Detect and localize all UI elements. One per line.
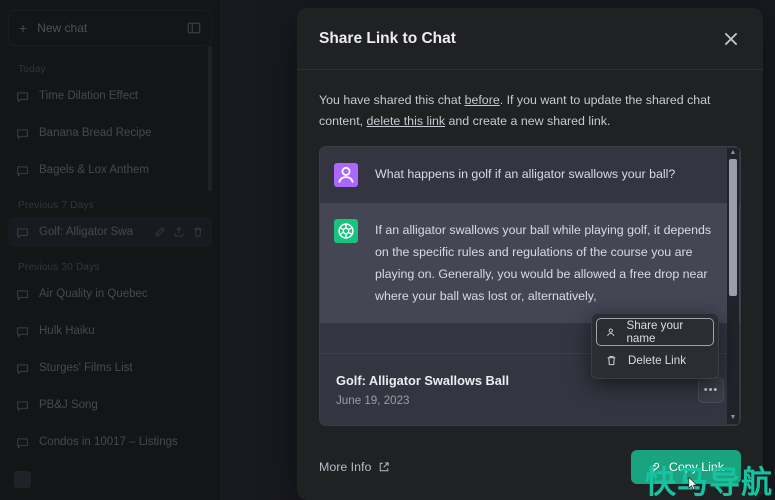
- modal-header: Share Link to Chat: [297, 8, 763, 70]
- user-icon: [607, 328, 615, 336]
- share-description: You have shared this chat before. If you…: [319, 90, 741, 132]
- copy-link-label: Copy Link: [668, 460, 724, 474]
- menu-item-label: Share your name: [626, 319, 684, 345]
- preview-scrollbar[interactable]: ▲ ▼: [727, 148, 739, 424]
- copy-link-button[interactable]: Copy Link: [630, 450, 741, 484]
- before-link[interactable]: before: [465, 93, 500, 107]
- scroll-up-icon[interactable]: ▲: [730, 148, 737, 159]
- message-text: What happens in golf if an alligator swa…: [375, 167, 676, 181]
- menu-item-share-your-name[interactable]: Share your name: [596, 318, 714, 346]
- trash-icon: [607, 355, 616, 365]
- menu-item-delete-link[interactable]: Delete Link: [596, 346, 714, 374]
- openai-logo-icon: [334, 219, 358, 243]
- scroll-down-icon[interactable]: ▼: [730, 413, 737, 424]
- desc-part-3: and create a new shared link.: [445, 114, 611, 128]
- message-user: What happens in golf if an alligator swa…: [320, 147, 740, 203]
- external-link-icon: [380, 462, 389, 472]
- more-options-button[interactable]: •••: [698, 376, 724, 403]
- modal-body: You have shared this chat before. If you…: [297, 70, 763, 434]
- desc-part-1: You have shared this chat: [319, 93, 465, 107]
- more-info-label: More Info: [319, 460, 372, 474]
- message-text: If an alligator swallows your ball while…: [375, 223, 712, 303]
- chat-preview-card: What happens in golf if an alligator swa…: [319, 146, 741, 426]
- menu-item-label: Delete Link: [628, 353, 687, 367]
- close-icon[interactable]: [721, 29, 741, 49]
- more-info-link[interactable]: More Info: [319, 460, 631, 474]
- chat-date: June 19, 2023: [336, 393, 410, 407]
- delete-this-link[interactable]: delete this link: [367, 114, 446, 128]
- scrollbar-thumb[interactable]: [729, 159, 737, 297]
- user-avatar-icon: [334, 163, 358, 187]
- app-root: + New chat Today Time Dilation Effect Ba…: [0, 0, 775, 500]
- scrollbar-track[interactable]: [729, 159, 737, 413]
- link-icon: [649, 462, 660, 472]
- share-link-modal: Share Link to Chat You have shared this …: [297, 8, 763, 500]
- message-assistant: If an alligator swallows your ball while…: [320, 203, 740, 323]
- page-title: Share Link to Chat: [319, 29, 456, 47]
- share-context-menu: Share your name Delete Link: [591, 313, 719, 379]
- mouse-cursor-icon: [688, 476, 698, 490]
